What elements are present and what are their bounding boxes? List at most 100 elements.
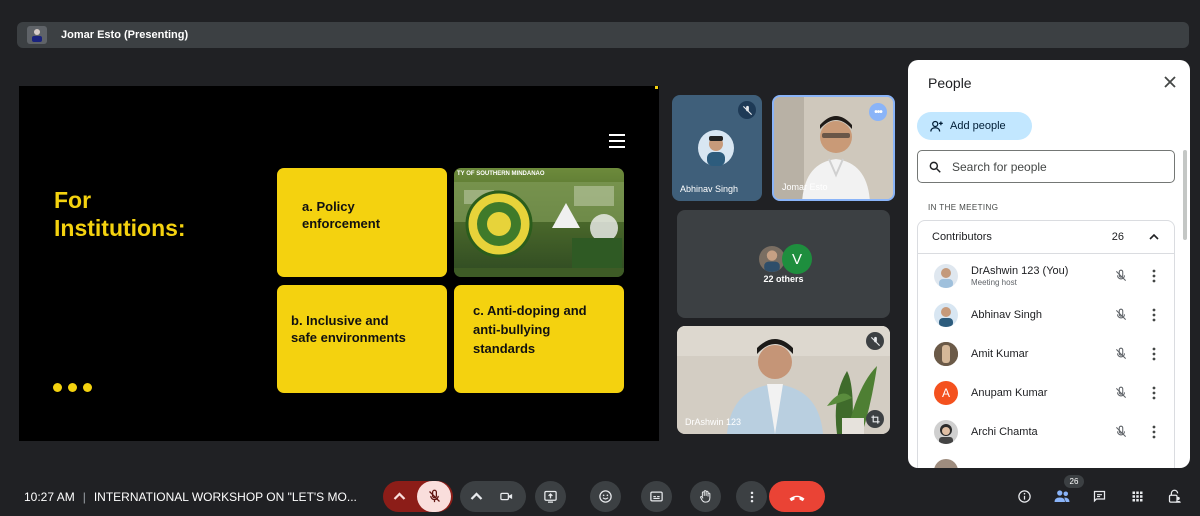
chat-button[interactable] xyxy=(1089,486,1109,506)
slide-dots xyxy=(53,383,92,392)
tile-name-jomar: Jomar Esto xyxy=(782,182,828,192)
presenter-name: Jomar Esto (Presenting) xyxy=(61,29,189,41)
mic-off-icon[interactable] xyxy=(1114,269,1128,283)
video-tile-others[interactable]: V 22 others xyxy=(677,210,890,318)
mic-toggle-button[interactable] xyxy=(417,481,451,512)
participant-row[interactable]: Archi Chamta xyxy=(918,412,1176,451)
tile-name-drashwin: DrAshwin 123 xyxy=(685,417,742,427)
presentation-slide: For Institutions: a. Policy enforcement … xyxy=(19,86,659,441)
participant-row[interactable]: Abhinav Singh xyxy=(918,295,1176,334)
reactions-button[interactable] xyxy=(590,481,621,512)
add-person-icon xyxy=(930,120,943,132)
leave-call-button[interactable] xyxy=(769,481,825,512)
present-to-all-icon xyxy=(544,490,557,503)
participant-row-partial[interactable] xyxy=(918,451,1176,468)
participant-row[interactable]: Amit Kumar xyxy=(918,334,1176,373)
meeting-title[interactable]: INTERNATIONAL WORKSHOP ON "LET'S MO... xyxy=(94,490,357,504)
card-c-line1: c. Anti-doping and xyxy=(473,303,587,318)
slide-title-line1: For xyxy=(54,187,92,213)
tile-more-options-icon[interactable]: ••• xyxy=(869,103,887,121)
drashwin-mic-off-icon xyxy=(866,332,884,350)
card-c-line2: anti-bullying xyxy=(473,322,551,337)
slide-card-policy: a. Policy enforcement xyxy=(277,168,447,277)
present-screen-button[interactable] xyxy=(535,481,566,512)
participant-name: Abhinav Singh xyxy=(971,308,1042,321)
call-end-icon xyxy=(789,495,805,501)
more-vert-icon[interactable] xyxy=(1148,386,1160,400)
card-a-line1: a. Policy xyxy=(302,199,355,214)
slide-menu-icon xyxy=(609,134,625,148)
mic-off-icon[interactable] xyxy=(1114,425,1128,439)
people-panel: People Add people IN THE MEETING Contrib… xyxy=(908,60,1190,468)
participant-avatar xyxy=(934,419,958,444)
participant-avatar xyxy=(934,341,958,366)
raise-hand-button[interactable] xyxy=(690,481,721,512)
panel-scrollbar[interactable] xyxy=(1183,150,1187,240)
meeting-separator: | xyxy=(82,490,86,504)
others-avatar-letter: V xyxy=(782,244,812,274)
presenter-person-icon xyxy=(32,29,42,42)
video-tile-drashwin[interactable]: DrAshwin 123 xyxy=(677,326,890,434)
card-a-line2: enforcement xyxy=(302,216,381,231)
hand-icon xyxy=(699,490,711,503)
add-people-label: Add people xyxy=(950,120,1006,132)
people-button[interactable] xyxy=(1052,486,1072,506)
activities-button[interactable] xyxy=(1127,486,1147,506)
more-vert-icon[interactable] xyxy=(1148,269,1160,283)
slide-card-inclusive: b. Inclusive and safe environments xyxy=(277,285,447,393)
more-vert-icon[interactable] xyxy=(1148,425,1160,439)
closed-captions-icon xyxy=(650,491,663,502)
more-options-button[interactable] xyxy=(736,481,767,512)
close-icon[interactable] xyxy=(1162,74,1178,90)
meeting-details-button[interactable] xyxy=(1014,486,1034,506)
contributors-label: Contributors xyxy=(932,231,992,243)
apps-grid-icon xyxy=(1132,491,1142,501)
chat-icon xyxy=(1093,490,1105,502)
people-search-box[interactable] xyxy=(917,150,1175,183)
add-people-button[interactable]: Add people xyxy=(917,112,1032,140)
card-c-line3: standards xyxy=(473,341,536,356)
more-vert-icon xyxy=(750,491,753,502)
contributors-section: Contributors 26 DrAshwin 123 (You) Meeti… xyxy=(917,220,1175,468)
audio-options-button[interactable] xyxy=(385,489,413,504)
video-tile-jomar[interactable]: ••• Jomar Esto xyxy=(772,95,895,201)
meeting-time: 10:27 AM xyxy=(24,490,75,504)
microphone-control xyxy=(383,481,453,512)
lock-person-icon xyxy=(1168,489,1181,503)
camera-toggle-button[interactable] xyxy=(489,489,523,504)
meeting-info: 10:27 AM | INTERNATIONAL WORKSHOP ON "LET'… xyxy=(24,490,357,504)
contributors-header[interactable]: Contributors 26 xyxy=(918,221,1174,254)
video-tile-abhinav[interactable]: Abhinav Singh xyxy=(672,95,762,201)
participant-role: Meeting host xyxy=(971,277,1017,287)
others-count-label: 22 others xyxy=(763,274,804,284)
more-vert-icon[interactable] xyxy=(1148,308,1160,322)
participant-name: Anupam Kumar xyxy=(971,386,1048,399)
campus-footer xyxy=(454,268,624,277)
participant-name: Archi Chamta xyxy=(971,425,1038,438)
camera-control xyxy=(460,481,526,512)
participant-avatar xyxy=(934,458,958,468)
presenter-bar: Jomar Esto (Presenting) xyxy=(17,22,1189,48)
captions-button[interactable] xyxy=(641,481,672,512)
participant-row[interactable]: A Anupam Kumar xyxy=(918,373,1176,412)
campus-photo: TY OF SOUTHERN MINDANAO xyxy=(454,168,624,277)
participant-row[interactable]: DrAshwin 123 (You) Meeting host xyxy=(918,256,1176,295)
more-vert-icon[interactable] xyxy=(1148,347,1160,361)
mic-off-icon xyxy=(428,489,440,503)
card-b-line2: safe environments xyxy=(291,330,406,345)
participant-name: DrAshwin 123 (You) xyxy=(971,264,1069,277)
host-controls-button[interactable] xyxy=(1164,486,1184,506)
abhinav-avatar xyxy=(698,130,734,166)
chevron-up-icon xyxy=(470,492,482,500)
participant-avatar xyxy=(934,302,958,327)
slide-card-antidoping: c. Anti-doping and anti-bullying standar… xyxy=(454,285,624,393)
mic-off-icon[interactable] xyxy=(1114,308,1128,322)
search-input[interactable] xyxy=(952,159,1152,174)
contributors-count: 26 xyxy=(1111,231,1124,243)
mic-off-icon[interactable] xyxy=(1114,386,1128,400)
mic-off-icon[interactable] xyxy=(1114,347,1128,361)
reframe-icon[interactable] xyxy=(866,410,884,428)
video-options-button[interactable] xyxy=(463,489,489,504)
people-icon xyxy=(1054,490,1070,502)
emoji-icon xyxy=(599,490,612,503)
